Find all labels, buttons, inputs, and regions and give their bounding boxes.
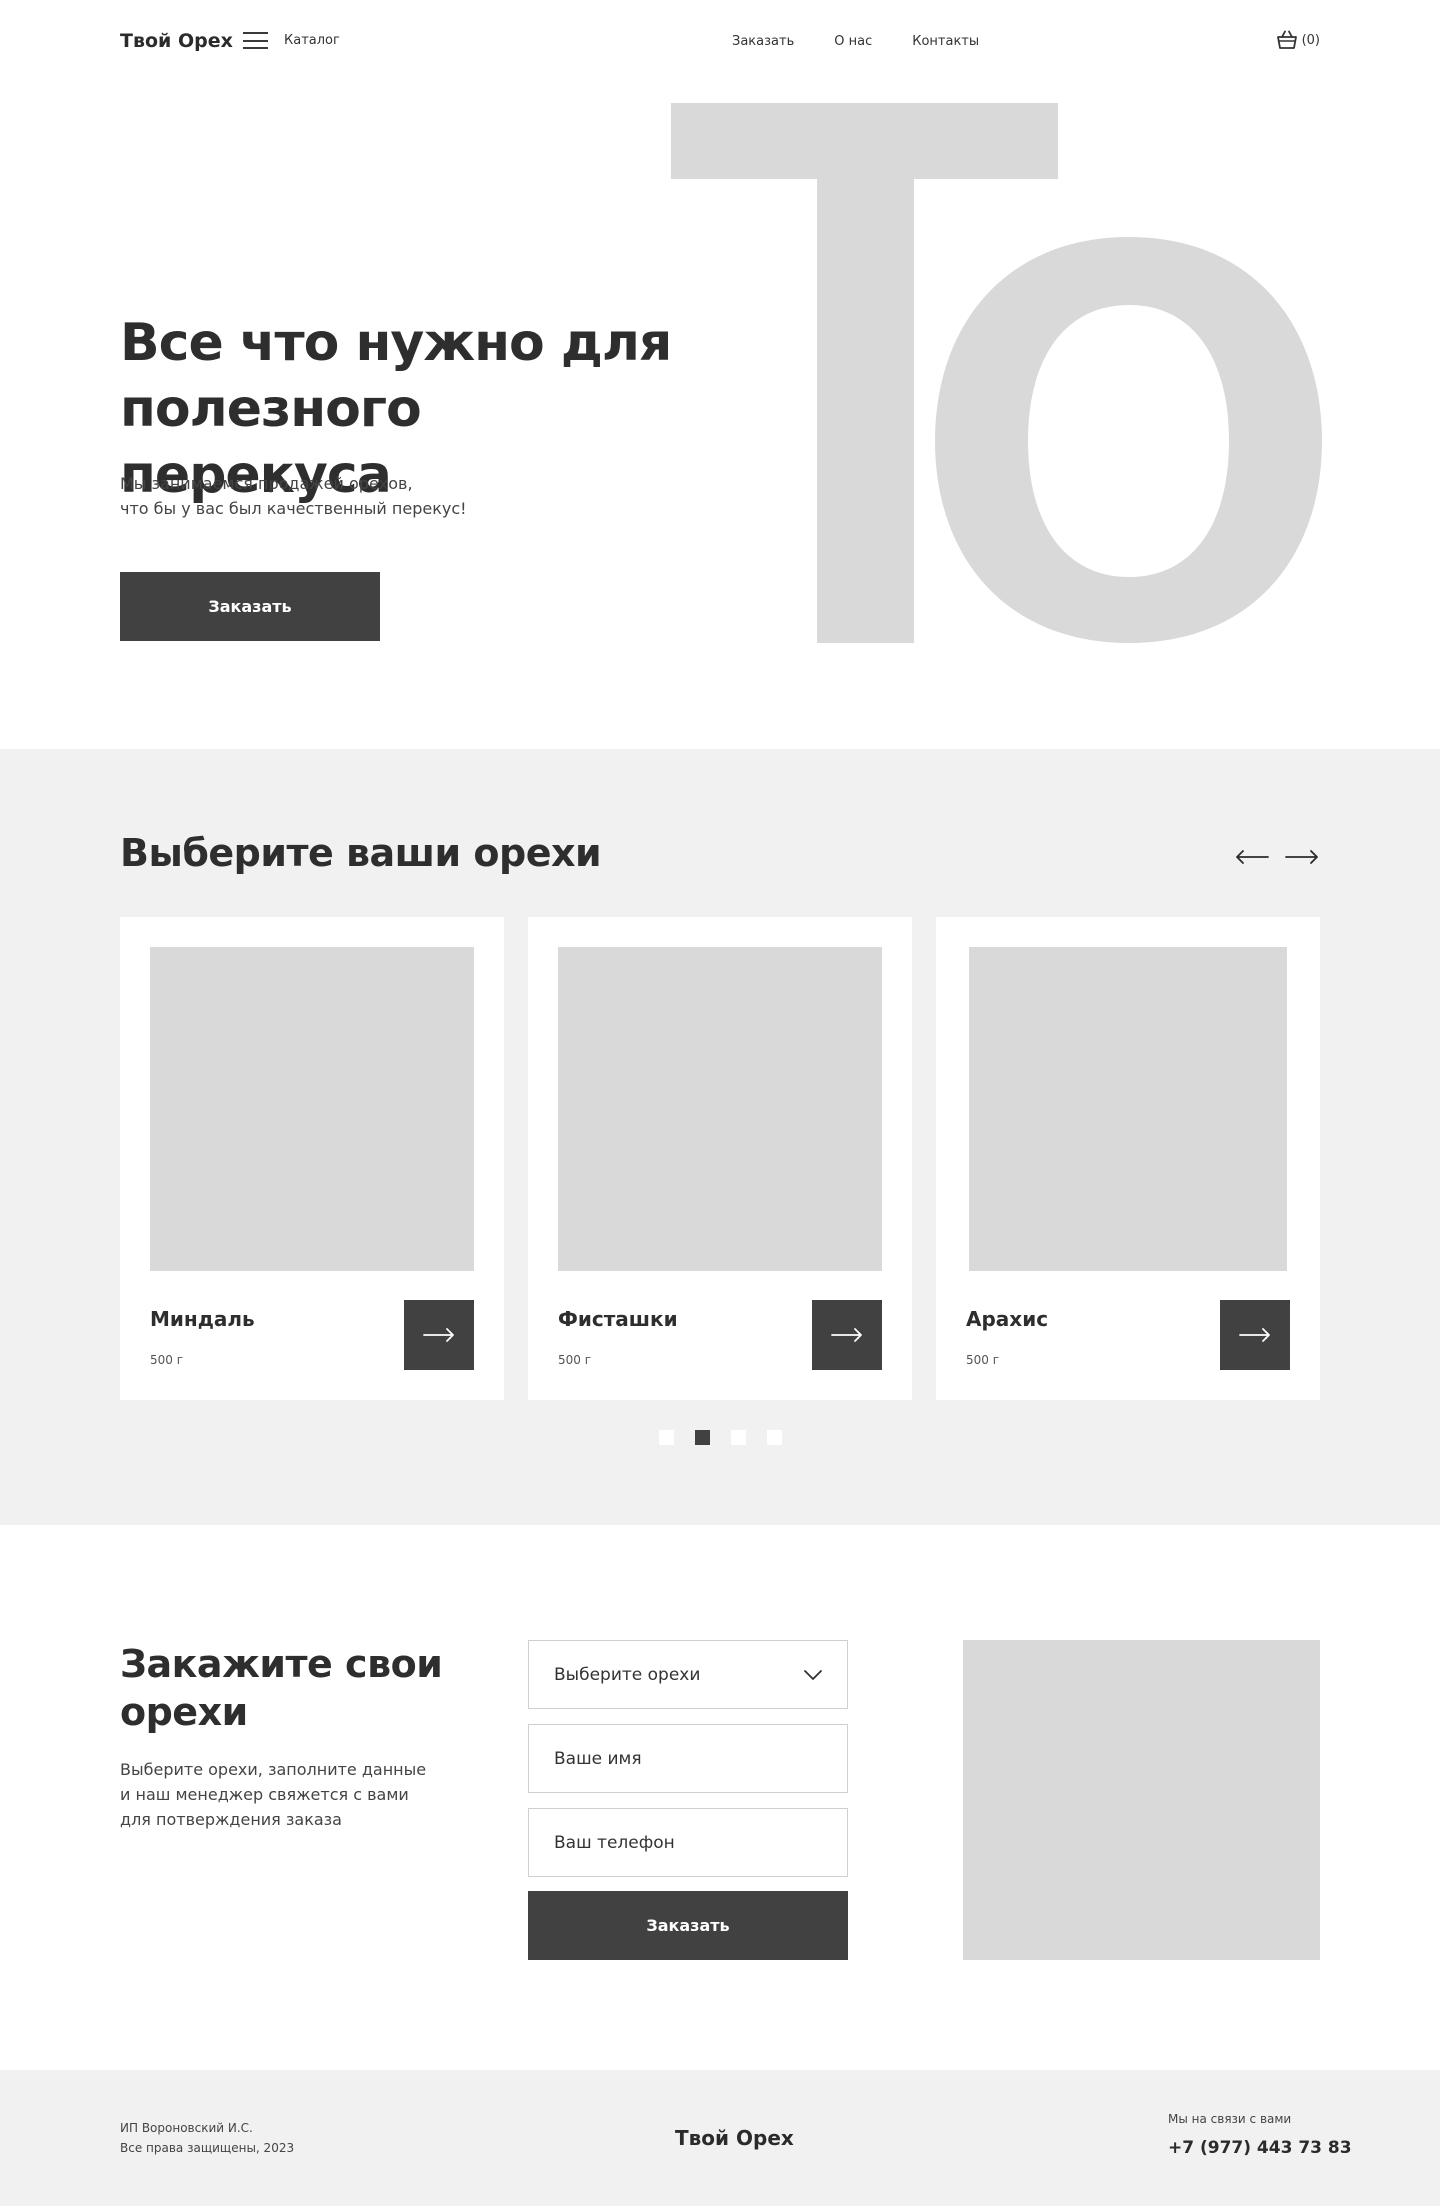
catalog-label: Каталог	[284, 33, 340, 48]
footer-legal: ИП Вороновский И.С. Все права защищены, …	[120, 2118, 294, 2158]
basket-icon	[1276, 30, 1297, 49]
product-card: Арахис 500 г	[936, 917, 1320, 1400]
footer-company: ИП Вороновский И.С.	[120, 2121, 253, 2135]
catalog-menu-button[interactable]: Каталог	[243, 32, 340, 49]
hero-section: Все что нужно для полезного перекуса Мы …	[0, 86, 1440, 749]
hero-description: Мы занимаемся продажей орехов, что бы у …	[120, 471, 520, 521]
arrow-right-icon	[831, 1328, 862, 1342]
nuts-select[interactable]: Выберите орехи	[528, 1640, 848, 1709]
footer-rights: Все права защищены, 2023	[120, 2141, 295, 2155]
product-open-button[interactable]	[1220, 1300, 1290, 1370]
hero-description-line-1: Мы занимаемся продажей орехов,	[120, 474, 413, 493]
nuts-select-value: Выберите орехи	[554, 1664, 701, 1685]
product-name: Миндаль	[150, 1307, 255, 1331]
cart-count: (0)	[1301, 32, 1320, 48]
product-image	[969, 947, 1287, 1271]
slider-pagination	[659, 1430, 782, 1445]
footer-contacts: Мы на связи с вами +7 (977) 443 73 83	[1168, 2112, 1352, 2158]
nav-link-about[interactable]: О нас	[834, 34, 872, 49]
slider-prev-button[interactable]	[1234, 845, 1270, 869]
slider-next-button[interactable]	[1284, 845, 1320, 869]
hamburger-icon	[243, 32, 268, 49]
chevron-down-icon	[804, 1669, 822, 1680]
footer-phone-link[interactable]: +7 (977) 443 73 83	[1168, 2138, 1352, 2158]
pagination-dot-1[interactable]	[659, 1430, 674, 1445]
arrow-right-icon	[1285, 850, 1318, 864]
product-image	[150, 947, 474, 1271]
cart-button[interactable]: (0)	[1276, 30, 1320, 50]
site-header: Твой Орех Каталог Заказать О нас Контакт…	[0, 0, 1440, 86]
arrow-right-icon	[1239, 1328, 1270, 1342]
footer-logo[interactable]: Твой Орех	[675, 2126, 794, 2150]
order-image	[963, 1640, 1320, 1960]
order-section: Закажите свои орехи Выберите орехи, запо…	[0, 1525, 1440, 2070]
product-card: Миндаль 500 г	[120, 917, 504, 1400]
nav-link-order[interactable]: Заказать	[732, 34, 794, 49]
order-title: Закажите свои орехи	[120, 1642, 443, 1734]
pagination-dot-3[interactable]	[731, 1430, 746, 1445]
product-name: Фисташки	[558, 1307, 678, 1331]
arrow-right-icon	[423, 1328, 454, 1342]
name-input[interactable]	[554, 1748, 822, 1769]
product-weight: 500 г	[558, 1353, 592, 1367]
phone-input[interactable]	[554, 1832, 822, 1853]
products-title: Выберите ваши орехи	[120, 831, 602, 875]
site-footer: ИП Вороновский И.С. Все права защищены, …	[0, 2070, 1440, 2206]
product-weight: 500 г	[966, 1353, 1000, 1367]
product-open-button[interactable]	[404, 1300, 474, 1370]
product-name: Арахис	[966, 1307, 1049, 1331]
product-open-button[interactable]	[812, 1300, 882, 1370]
pagination-dot-2[interactable]	[695, 1430, 710, 1445]
slider-arrows	[1234, 845, 1320, 869]
name-field-wrapper	[528, 1724, 848, 1793]
product-weight: 500 г	[150, 1353, 184, 1367]
hero-order-button[interactable]: Заказать	[120, 572, 380, 641]
main-nav: Заказать О нас Контакты	[732, 34, 979, 49]
pagination-dot-4[interactable]	[767, 1430, 782, 1445]
order-description: Выберите орехи, заполните данные и наш м…	[120, 1760, 427, 1829]
product-image	[558, 947, 882, 1271]
order-submit-button[interactable]: Заказать	[528, 1891, 848, 1960]
footer-contact-label: Мы на связи с вами	[1168, 2112, 1292, 2126]
phone-field-wrapper	[528, 1808, 848, 1877]
nav-link-contacts[interactable]: Контакты	[912, 34, 979, 49]
product-card: Фисташки 500 г	[528, 917, 912, 1400]
site-logo[interactable]: Твой Орех	[120, 30, 233, 52]
arrow-left-icon	[1236, 850, 1269, 864]
hero-description-line-2: что бы у вас был качественный перекус!	[120, 499, 467, 518]
products-section: Выберите ваши орехи Миндаль 500 г Фисташ…	[0, 749, 1440, 1525]
